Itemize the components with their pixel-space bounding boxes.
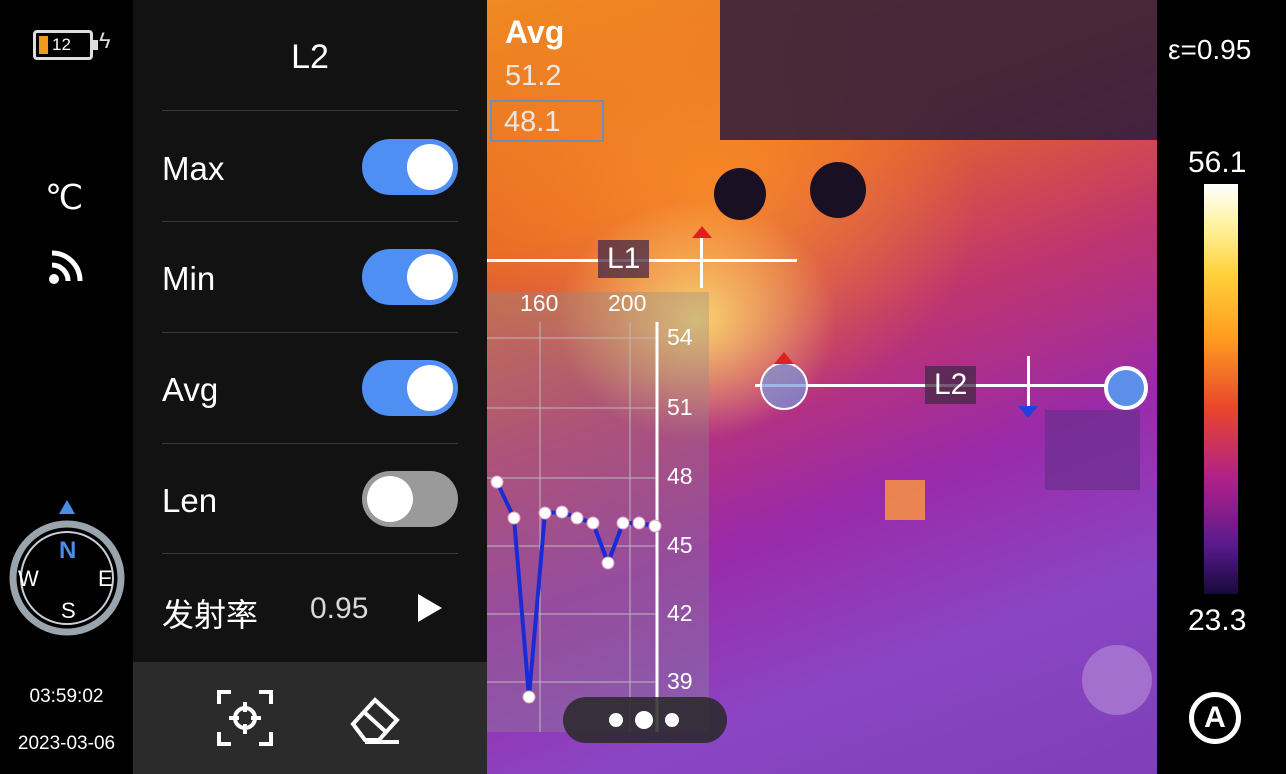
pcb-chip xyxy=(1045,410,1140,490)
page-dot-active[interactable] xyxy=(635,711,653,729)
dark-region xyxy=(720,0,1157,140)
max-marker-icon xyxy=(774,352,794,364)
graph-y-tick: 51 xyxy=(667,394,693,420)
divider xyxy=(162,110,458,111)
scale-min: 23.3 xyxy=(1188,604,1247,637)
stats-avg-header: Avg xyxy=(505,14,565,50)
panel-toolbar xyxy=(133,662,487,774)
auto-icon[interactable]: A xyxy=(1189,692,1241,744)
avg-toggle[interactable] xyxy=(362,360,458,416)
temperature-graph xyxy=(487,292,709,732)
stats-avg-l2: 48.1 xyxy=(504,106,561,138)
graph-y-tick: 45 xyxy=(667,532,693,558)
min-toggle[interactable] xyxy=(362,249,458,305)
row-min-label: Min xyxy=(162,260,216,297)
page-dot[interactable] xyxy=(609,713,623,727)
charging-icon: ϟ xyxy=(99,28,111,53)
emissivity-display[interactable]: ε=0.95 xyxy=(1168,34,1251,66)
wifi-icon[interactable] xyxy=(48,245,90,290)
pcb-hole xyxy=(1082,645,1152,715)
panel-title: L2 xyxy=(291,38,329,76)
compass-icon: N E S W xyxy=(6,498,130,643)
clock-date: 2023-03-06 xyxy=(17,733,116,754)
status-sidebar xyxy=(0,0,133,774)
max-toggle[interactable] xyxy=(362,139,458,195)
page-dot[interactable] xyxy=(665,713,679,727)
l2-min-marker xyxy=(1027,356,1030,408)
emissivity-label: 发射率 xyxy=(162,597,259,633)
page-indicator[interactable] xyxy=(563,697,727,743)
divider xyxy=(162,332,458,333)
clock-time: 03:59:02 xyxy=(29,686,104,707)
l1-marker-v xyxy=(700,236,703,288)
min-marker-icon xyxy=(1018,406,1038,418)
color-scale-bar xyxy=(1204,184,1238,594)
graph-x-tick: 160 xyxy=(520,290,559,316)
l2-start-handle[interactable] xyxy=(760,362,808,410)
scale-max: 56.1 xyxy=(1188,146,1247,179)
graph-y-tick: 42 xyxy=(667,600,693,626)
stats-avg-l1: 51.2 xyxy=(505,60,562,92)
graph-x-tick: 200 xyxy=(608,290,647,316)
battery-level: 12 xyxy=(52,35,71,54)
row-len-label: Len xyxy=(162,482,218,519)
line-l1-label: L1 xyxy=(598,240,650,278)
row-avg-label: Avg xyxy=(162,371,219,408)
pcb-hole xyxy=(714,168,766,220)
divider xyxy=(162,443,458,444)
line-l2-label: L2 xyxy=(925,366,977,404)
max-marker-icon xyxy=(692,226,712,238)
compass-s: S xyxy=(61,598,76,623)
row-max-label: Max xyxy=(162,150,225,187)
play-icon[interactable] xyxy=(418,594,442,622)
divider xyxy=(162,553,458,554)
target-icon[interactable] xyxy=(215,688,275,753)
graph-y-tick: 48 xyxy=(667,463,693,489)
len-toggle[interactable] xyxy=(362,471,458,527)
compass-n: N xyxy=(59,537,76,564)
battery-icon: 12 xyxy=(33,30,98,60)
l2-end-handle[interactable] xyxy=(1104,366,1148,410)
temperature-unit[interactable]: ℃ xyxy=(45,178,83,218)
hot-spot xyxy=(885,480,925,520)
divider xyxy=(162,221,458,222)
pcb-hole xyxy=(810,162,866,218)
compass-w: W xyxy=(18,566,39,591)
graph-y-tick: 39 xyxy=(667,668,693,694)
emissivity-value[interactable]: 0.95 xyxy=(310,592,368,626)
compass-e: E xyxy=(98,566,113,591)
eraser-icon[interactable] xyxy=(345,688,405,753)
graph-y-tick: 54 xyxy=(667,324,693,350)
